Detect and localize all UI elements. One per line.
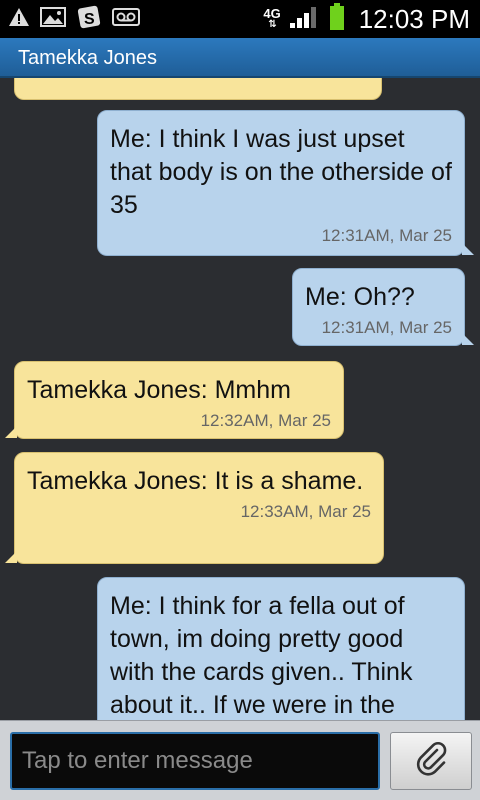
message-text: Me: I think for a fella out of town, im … bbox=[110, 592, 413, 719]
status-bar: S 4G ⇅ 12:03 PM bbox=[0, 0, 480, 38]
app-s-icon: S bbox=[76, 4, 102, 35]
message-list[interactable]: Me: I think I was just upset that body i… bbox=[0, 78, 480, 720]
bubble-tail bbox=[462, 243, 474, 255]
clock: 12:03 PM bbox=[358, 3, 470, 34]
message-timestamp: 12:32AM, Mar 25 bbox=[200, 411, 331, 430]
voicemail-icon bbox=[112, 6, 140, 33]
message-text: Me: I think I was just upset that body i… bbox=[110, 125, 452, 219]
message-timestamp: 12:33AM, Mar 25 bbox=[240, 502, 371, 521]
network-type-label: 4G bbox=[263, 6, 281, 21]
image-icon bbox=[40, 6, 66, 33]
svg-text:S: S bbox=[84, 11, 95, 28]
message-text: Me: Oh?? bbox=[305, 283, 415, 311]
bubble-tail bbox=[5, 551, 17, 563]
message-bubble-incoming[interactable]: Tamekka Jones: Mmhm 12:32AM, Mar 25 bbox=[5, 361, 344, 439]
message-timestamp: 12:31AM, Mar 25 bbox=[321, 318, 452, 337]
paperclip-icon bbox=[413, 741, 449, 782]
compose-bar bbox=[0, 720, 480, 800]
bubble-tail bbox=[5, 426, 17, 438]
notification-icons: S bbox=[8, 4, 140, 35]
warning-icon bbox=[8, 6, 30, 33]
message-bubble-partial[interactable] bbox=[14, 78, 382, 100]
contact-name: Tamekka Jones bbox=[18, 47, 157, 69]
message-timestamp: 12:31AM, Mar 25 bbox=[321, 226, 452, 245]
message-bubble-outgoing[interactable]: Me: I think for a fella out of town, im … bbox=[97, 577, 465, 720]
message-bubble-incoming[interactable]: Tamekka Jones: It is a shame. 12:33AM, M… bbox=[5, 452, 384, 564]
conversation-header: Tamekka Jones bbox=[0, 38, 480, 78]
signal-icon bbox=[289, 5, 321, 34]
message-input[interactable] bbox=[10, 732, 380, 790]
bubble-tail bbox=[462, 333, 474, 345]
battery-icon bbox=[329, 2, 345, 36]
message-text: Tamekka Jones: Mmhm bbox=[27, 376, 291, 404]
message-text: Tamekka Jones: It is a shame. bbox=[27, 467, 364, 495]
message-bubble-outgoing[interactable]: Me: Oh?? 12:31AM, Mar 25 bbox=[292, 268, 474, 346]
message-bubble-outgoing[interactable]: Me: I think I was just upset that body i… bbox=[97, 110, 474, 256]
system-indicators: 4G ⇅ 12:03 PM bbox=[263, 2, 470, 36]
network-type: 4G ⇅ bbox=[263, 6, 281, 30]
attach-button[interactable] bbox=[390, 732, 472, 790]
